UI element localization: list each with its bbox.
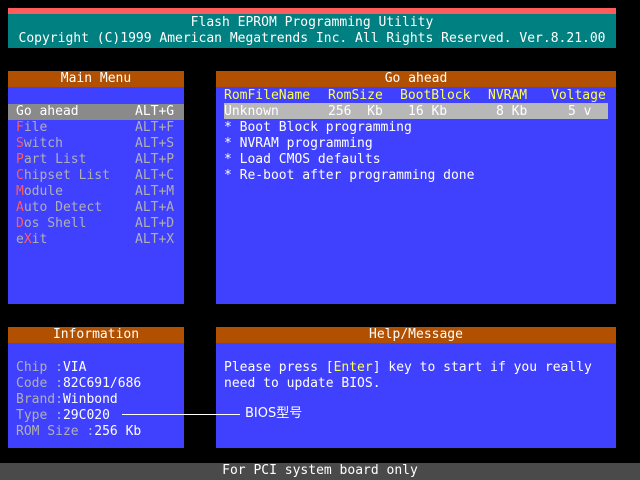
- nvram-value: 8 Kb: [496, 104, 528, 119]
- menu-item-go-ahead[interactable]: Go ahead ALT+G: [8, 104, 184, 120]
- info-code: Code :82C691/686: [16, 376, 142, 391]
- rom-file-value: Unknown: [224, 104, 279, 119]
- column-header-bootblock: BootBlock: [400, 88, 471, 103]
- column-header-nvram: NVRAM: [488, 88, 528, 103]
- column-header-voltage: Voltage: [551, 88, 606, 103]
- menu-item-dos-shell[interactable]: Dos Shell ALT+D: [8, 216, 184, 232]
- step-nvram: * NVRAM programming: [224, 136, 373, 151]
- main-menu-heading: Main Menu: [8, 71, 184, 87]
- help-line-2: need to update BIOS.: [224, 376, 381, 391]
- help-message-heading: Help/Message: [216, 327, 616, 343]
- go-ahead-heading: Go ahead: [216, 71, 616, 87]
- menu-item-chipset-list[interactable]: Chipset List ALT+C: [8, 168, 184, 184]
- information-panel: Information Chip :VIA Code :82C691/686 B…: [8, 327, 184, 448]
- annotation-leader-line: [122, 414, 240, 415]
- column-header-romsize: RomSize: [328, 88, 383, 103]
- help-message-panel: Help/Message Please press [Enter] key to…: [216, 327, 616, 448]
- menu-shortcut: ALT+X: [135, 232, 175, 247]
- menu-shortcut: ALT+C: [135, 168, 175, 183]
- status-bar: For PCI system board only: [0, 463, 640, 480]
- step-boot-block: * Boot Block programming: [224, 120, 412, 135]
- information-heading: Information: [8, 327, 184, 343]
- go-ahead-panel: Go ahead RomFileName RomSize BootBlock N…: [216, 71, 616, 304]
- boot-block-value: 16 Kb: [408, 104, 448, 119]
- main-menu-panel: Main Menu Go ahead ALT+G File ALT+F Swit…: [8, 71, 184, 304]
- menu-item-part-list[interactable]: Part List ALT+P: [8, 152, 184, 168]
- menu-item-file[interactable]: File ALT+F: [8, 120, 184, 136]
- menu-shortcut: ALT+A: [135, 200, 175, 215]
- menu-shortcut: ALT+G: [135, 104, 175, 119]
- info-brand: Brand:Winbond: [16, 392, 118, 407]
- step-reboot: * Re-boot after programming done: [224, 168, 475, 183]
- help-line-1: Please press [Enter] key to start if you…: [224, 360, 592, 375]
- enter-key-hint: Enter: [333, 360, 373, 375]
- title-stripe: [8, 8, 616, 14]
- menu-shortcut: ALT+F: [135, 120, 175, 135]
- menu-item-module[interactable]: Module ALT+M: [8, 184, 184, 200]
- menu-shortcut: ALT+S: [135, 136, 175, 151]
- app-title: Flash EPROM Programming Utility: [190, 15, 434, 30]
- menu-item-exit[interactable]: eXit ALT+X: [8, 232, 184, 248]
- step-load-cmos: * Load CMOS defaults: [224, 152, 381, 167]
- info-rom-size: ROM Size :256 Kb: [16, 424, 142, 439]
- copyright-line: Copyright (C)1999 American Megatrends In…: [18, 31, 606, 46]
- menu-item-switch[interactable]: Switch ALT+S: [8, 136, 184, 152]
- menu-item-auto-detect[interactable]: Auto Detect ALT+A: [8, 200, 184, 216]
- rom-size-value: 256 Kb: [328, 104, 383, 119]
- info-type: Type :29C020: [16, 408, 110, 423]
- menu-shortcut: ALT+M: [135, 184, 175, 199]
- voltage-value: 5 v: [568, 104, 592, 119]
- menu-shortcut: ALT+D: [135, 216, 175, 231]
- column-header-romfilename: RomFileName: [224, 88, 311, 103]
- annotation-label: BIOS型号: [245, 406, 303, 421]
- menu-shortcut: ALT+P: [135, 152, 175, 167]
- info-chip: Chip :VIA: [16, 360, 87, 375]
